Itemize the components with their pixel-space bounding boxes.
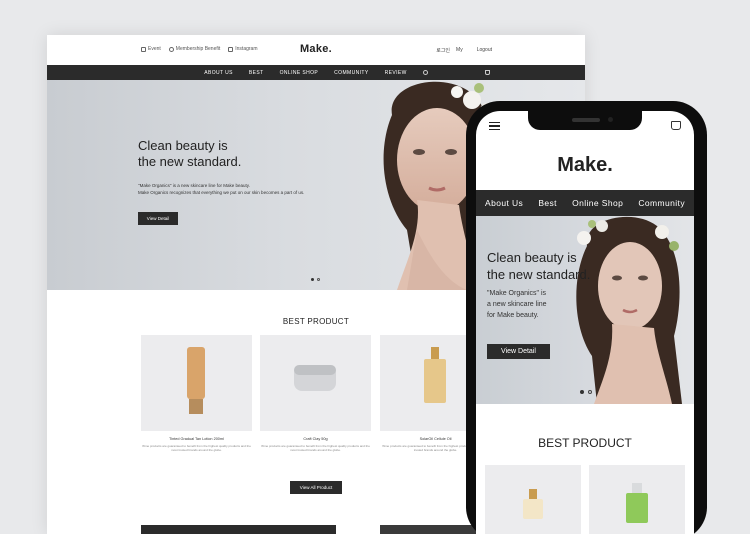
cart-icon[interactable]: [671, 121, 681, 130]
mobile-nav-community[interactable]: Community: [638, 198, 685, 208]
clay-jar-image: [294, 365, 336, 391]
mobile-nav-best[interactable]: Best: [538, 198, 557, 208]
mobile-nav-online-shop[interactable]: Online Shop: [572, 198, 623, 208]
mobile-logo[interactable]: Make.: [476, 154, 694, 177]
hamburger-menu-icon[interactable]: [489, 122, 500, 130]
product-name-2[interactable]: Craft Clay 50g: [260, 437, 371, 441]
logout-link[interactable]: Logout: [477, 47, 492, 54]
phone-notch: [528, 111, 642, 130]
mobile-product-card-1[interactable]: [485, 465, 581, 534]
front-camera: [608, 117, 613, 122]
mobile-green-bottle-image: [626, 483, 648, 523]
mobile-hero-title: Clean beauty is the new standard.: [487, 250, 591, 282]
hero-description: "Make Organics" is a new skincare line f…: [138, 183, 305, 195]
hero-title: Clean beauty is the new standard.: [138, 138, 242, 169]
my-link[interactable]: My: [456, 47, 463, 54]
search-icon[interactable]: [422, 70, 428, 75]
mobile-hero-model-image: [576, 216, 682, 404]
mobile-slide-dot-1[interactable]: [580, 390, 584, 394]
tan-lotion-tube-image: [187, 347, 205, 414]
top-bar: Event Membership Benefit Instagram Make.…: [47, 35, 585, 65]
view-all-product-button[interactable]: View All Product: [290, 481, 342, 494]
mobile-perfume-image: [523, 489, 543, 519]
slider-dots: [311, 278, 320, 281]
product-desc-2: Wme products are guaranteed to benefit f…: [261, 444, 370, 452]
nav-online-shop[interactable]: ONLINE SHOP: [280, 70, 319, 76]
slide-dot-2[interactable]: [317, 278, 320, 281]
cart-icon[interactable]: [485, 70, 490, 75]
product-desc-1: Wme products are guaranteed to benefit f…: [142, 444, 251, 452]
mobile-nav-about-us[interactable]: About Us: [485, 198, 523, 208]
mobile-best-product-title: BEST PRODUCT: [538, 436, 632, 450]
product-card-1[interactable]: [141, 335, 252, 431]
mobile-slide-dot-2[interactable]: [588, 390, 592, 394]
login-link[interactable]: 로그인: [436, 47, 450, 54]
nav-community[interactable]: COMMUNITY: [334, 70, 368, 76]
mobile-hero-description: "Make Organics" is a new skincare line f…: [487, 290, 547, 319]
product-name-1[interactable]: Tinted Gradual Tan Lotion 200ml: [141, 437, 252, 441]
mobile-nav: About Us Best Online Shop Community: [476, 190, 694, 216]
nav-review[interactable]: REVIEW: [385, 70, 407, 76]
site-logo[interactable]: Make.: [47, 43, 585, 55]
product-card-2[interactable]: [260, 335, 371, 431]
mobile-page: Make. About Us Best Online Shop Communit…: [476, 111, 694, 534]
hero-view-detail-button[interactable]: View Detail: [138, 212, 178, 225]
slide-dot-1[interactable]: [311, 278, 314, 281]
mobile-hero-banner: Clean beauty is the new standard. "Make …: [476, 216, 694, 404]
user-links: 로그인 My Logout: [436, 47, 492, 54]
mobile-view-detail-button[interactable]: View Detail: [487, 344, 550, 359]
phone-mockup: Make. About Us Best Online Shop Communit…: [466, 101, 707, 534]
nav-best[interactable]: BEST: [249, 70, 264, 76]
bottom-banner-image-1: [141, 525, 336, 534]
mobile-product-card-2[interactable]: [589, 465, 685, 534]
nav-about-us[interactable]: ABOUT US: [204, 70, 233, 76]
speaker: [572, 118, 600, 122]
main-nav: ABOUT US BEST ONLINE SHOP COMMUNITY REVI…: [47, 65, 585, 80]
mobile-slider-dots: [580, 390, 592, 394]
